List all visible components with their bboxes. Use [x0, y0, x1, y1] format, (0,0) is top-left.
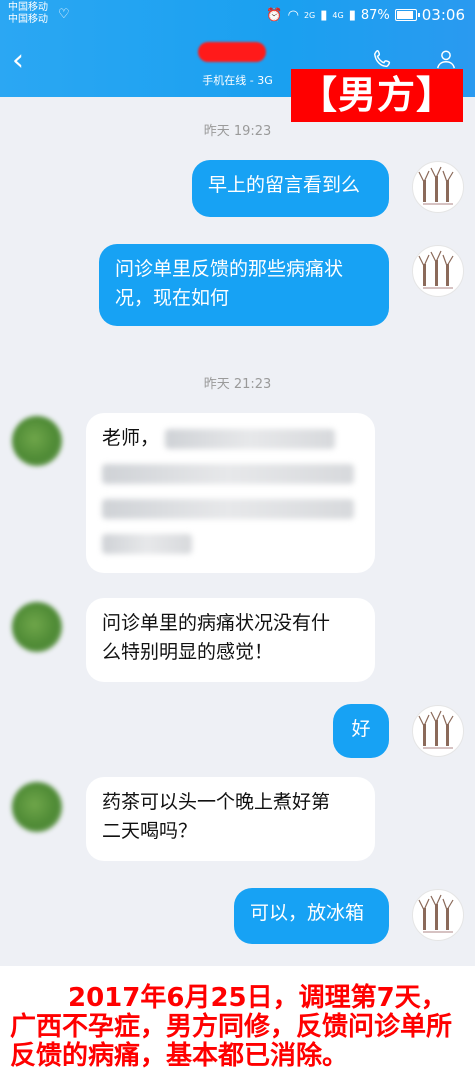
health-heart-icon: ♡: [58, 7, 70, 22]
status-bar: 中国移动 中国移动 ♡ ⏰ ◠ 2G ▮ 4G ▮ 87% 03:06: [0, 0, 475, 30]
message-text: 况，现在如何: [115, 287, 230, 309]
signal-icon-2: ▮: [348, 7, 356, 23]
message-text: 问诊单里反馈的那些病痛状: [115, 258, 344, 280]
signal-icon: ▮: [320, 7, 328, 23]
message-text: 好: [351, 718, 371, 740]
battery-percent: 87%: [360, 7, 390, 23]
message-text: 早上的留言看到么: [208, 174, 361, 196]
redacted-text: [102, 533, 192, 554]
avatar-contact[interactable]: [12, 782, 62, 832]
avatar-self[interactable]: [412, 889, 464, 941]
redacted-text: [102, 498, 354, 519]
timestamp: 昨天 21:23: [203, 377, 272, 392]
message-bubble-outgoing[interactable]: 可以，放冰箱: [234, 888, 389, 944]
avatar-self[interactable]: [412, 705, 464, 757]
caption-panel: 2017年6月25日，调理第7天，广西不孕症，男方同修，反馈问诊单所反馈的病痛，…: [0, 966, 475, 1091]
alarm-icon: ⏰: [266, 7, 283, 23]
message-text: 药茶可以头一个晚上煮好第: [102, 791, 331, 813]
message-bubble-incoming[interactable]: 问诊单里的病痛状况没有什 么特别明显的感觉！: [86, 598, 375, 682]
network-2: 4G: [332, 10, 344, 20]
message-text: 老师，: [102, 427, 160, 449]
message-text: 么特别明显的感觉！: [102, 641, 274, 663]
redacted-contact-name: [198, 42, 266, 62]
clock: 03:06: [421, 6, 465, 24]
avatar-contact[interactable]: [12, 602, 62, 652]
carrier-2: 中国移动: [8, 14, 48, 25]
message-bubble-incoming[interactable]: 药茶可以头一个晚上煮好第 二天喝吗？: [86, 777, 375, 861]
status-icons: ⏰ ◠ 2G ▮ 4G ▮ 87% 03:06: [266, 6, 465, 24]
avatar-self[interactable]: [412, 245, 464, 297]
timestamp: 昨天 19:23: [203, 124, 272, 139]
gender-tag: 【男方】: [291, 69, 463, 122]
redacted-text: [165, 428, 336, 449]
tree-logo-icon: [418, 894, 454, 933]
message-bubble-outgoing[interactable]: 好: [333, 704, 389, 758]
avatar-contact[interactable]: [12, 416, 62, 466]
tree-logo-icon: [418, 710, 454, 749]
network-1: 2G: [303, 10, 316, 20]
message-text: 二天喝吗？: [102, 820, 198, 842]
tree-logo-icon: [418, 250, 454, 289]
battery-icon: [394, 9, 420, 21]
tree-logo-icon: [418, 166, 454, 205]
carrier-1: 中国移动: [8, 2, 48, 13]
redacted-text: [102, 463, 354, 484]
avatar-self[interactable]: [412, 161, 464, 213]
message-bubble-outgoing[interactable]: 问诊单里反馈的那些病痛状 况，现在如何: [99, 244, 389, 326]
message-text: 问诊单里的病痛状况没有什: [102, 612, 331, 634]
message-text: 可以，放冰箱: [250, 902, 365, 924]
message-bubble-outgoing[interactable]: 早上的留言看到么: [192, 160, 389, 217]
caption-text: 2017年6月25日，调理第7天，广西不孕症，男方同修，反馈问诊单所反馈的病痛，…: [10, 983, 453, 1071]
carrier-labels: 中国移动 中国移动: [8, 2, 48, 26]
wifi-icon: ◠: [287, 7, 299, 23]
message-bubble-incoming[interactable]: 老师，: [86, 413, 375, 573]
